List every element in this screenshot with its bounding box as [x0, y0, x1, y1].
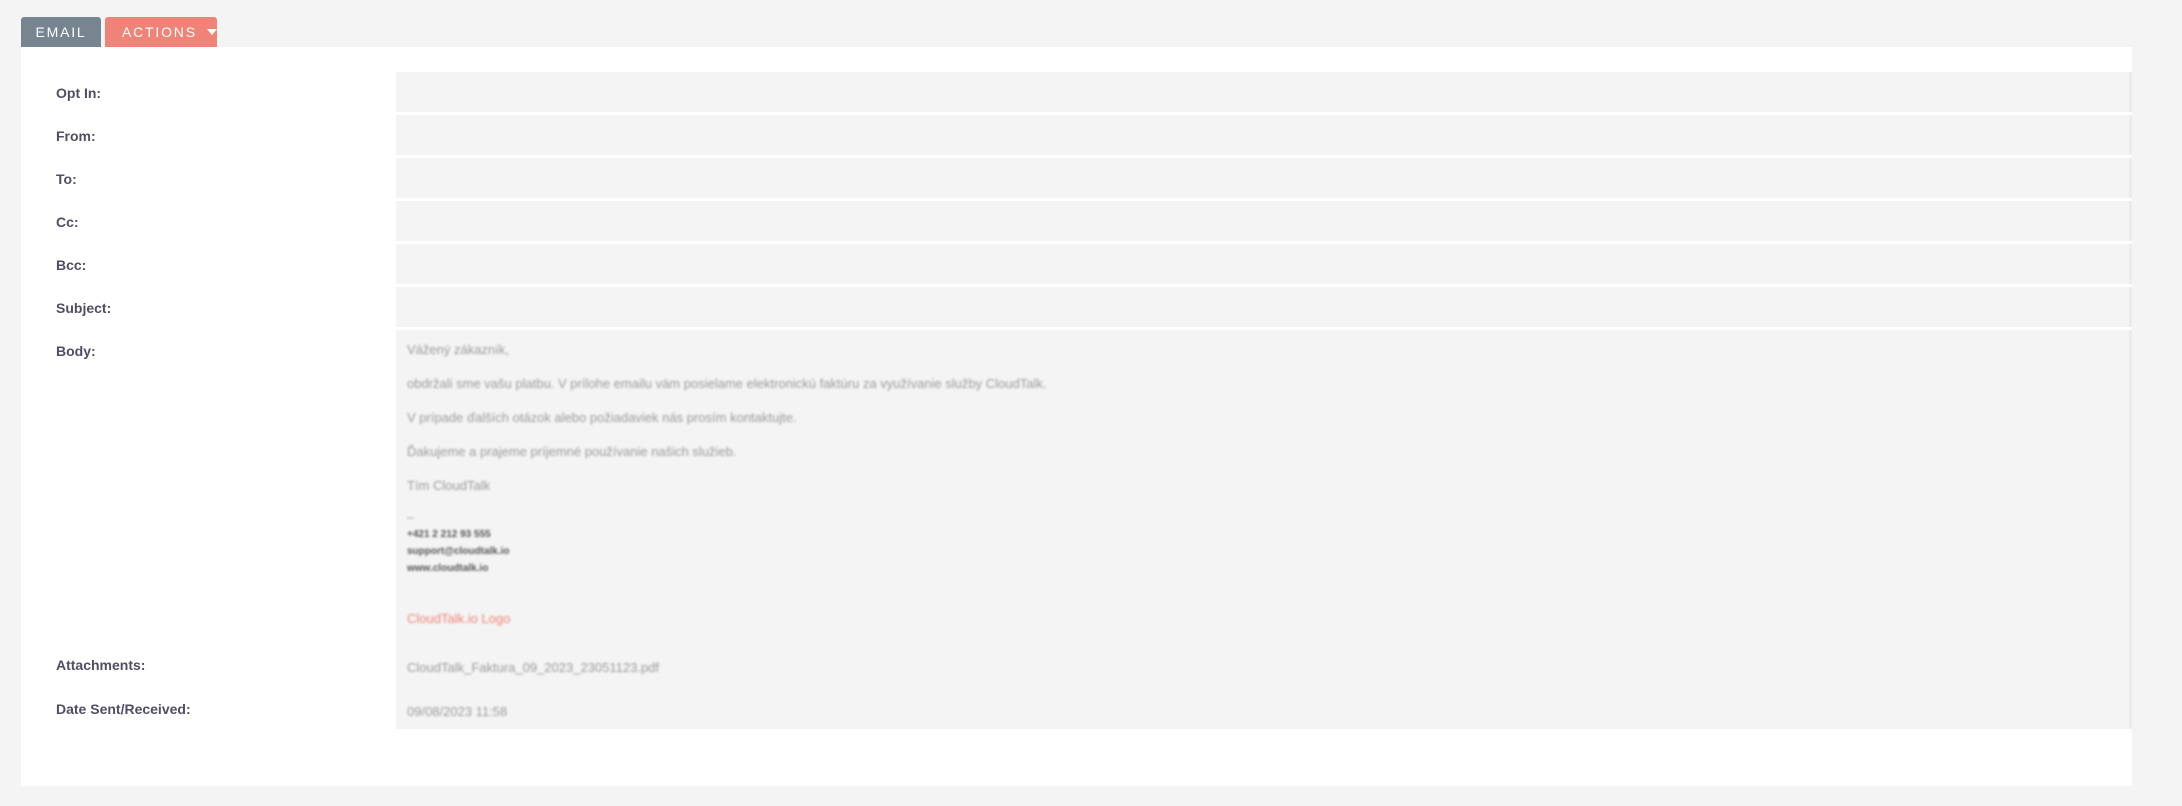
cc-value	[396, 201, 2132, 241]
date-sent-label: Date Sent/Received:	[56, 701, 191, 717]
email-body-text: Vážený zákazník, obdržali sme vašu platb…	[396, 330, 2129, 638]
opt-in-label: Opt In:	[56, 85, 102, 101]
field-row-opt-in: Opt In:	[21, 72, 2132, 112]
from-value	[396, 115, 2132, 155]
attachment-link[interactable]: CloudTalk_Faktura_09_2023_23051123.pdf	[407, 660, 659, 675]
date-sent-value: 09/08/2023 11:58	[396, 688, 2132, 729]
body-paragraph: Ďakujeme a prajeme príjemné používanie n…	[407, 444, 737, 459]
email-detail-panel: Opt In: From: To: Cc: Bcc: Subject: Body…	[21, 47, 2132, 786]
from-label: From:	[56, 128, 96, 144]
attachments-value: CloudTalk_Faktura_09_2023_23051123.pdf	[396, 644, 2132, 685]
field-row-subject: Subject:	[21, 287, 2132, 327]
bcc-label: Bcc:	[56, 257, 87, 273]
actions-label: ACTIONS	[122, 24, 197, 40]
field-row-bcc: Bcc:	[21, 244, 2132, 284]
body-label: Body:	[56, 343, 96, 359]
to-label: To:	[56, 171, 77, 187]
opt-in-value	[396, 72, 2132, 112]
field-row-from: From:	[21, 115, 2132, 155]
subject-label: Subject:	[56, 300, 112, 316]
body-paragraph: Tím CloudTalk	[407, 478, 491, 493]
logo-image-link[interactable]: CloudTalk.io Logo	[407, 611, 2118, 626]
to-value	[396, 158, 2132, 198]
actions-dropdown-button[interactable]: ACTIONS	[105, 17, 217, 47]
date-sent-text: 09/08/2023 11:58	[407, 704, 508, 719]
signature-separator: --	[407, 513, 414, 524]
attachments-label: Attachments:	[56, 657, 146, 673]
email-tab[interactable]: EMAIL	[21, 17, 101, 47]
signature-phone: +421 2 212 93 555	[407, 529, 491, 540]
field-row-to: To:	[21, 158, 2132, 198]
cc-label: Cc:	[56, 214, 79, 230]
body-paragraph: obdržali sme vašu platbu. V prílohe emai…	[407, 376, 1047, 391]
signature-website[interactable]: www.cloudtalk.io	[407, 560, 2118, 577]
caret-down-icon	[206, 29, 217, 35]
body-paragraph: V prípade ďalších otázok alebo požiadavi…	[407, 410, 797, 425]
body-paragraph: Vážený zákazník,	[407, 342, 509, 357]
field-row-attachments: Attachments: CloudTalk_Faktura_09_2023_2…	[21, 644, 2132, 685]
subject-value	[396, 287, 2132, 327]
bcc-value	[396, 244, 2132, 284]
field-row-body: Body: Vážený zákazník, obdržali sme vašu…	[21, 330, 2132, 689]
field-row-cc: Cc:	[21, 201, 2132, 241]
body-value: Vážený zákazník, obdržali sme vašu platb…	[396, 330, 2132, 689]
detail-tabs: EMAIL ACTIONS	[21, 17, 217, 47]
field-row-date-sent: Date Sent/Received: 09/08/2023 11:58	[21, 688, 2132, 729]
signature-email[interactable]: support@cloudtalk.io	[407, 543, 2118, 560]
